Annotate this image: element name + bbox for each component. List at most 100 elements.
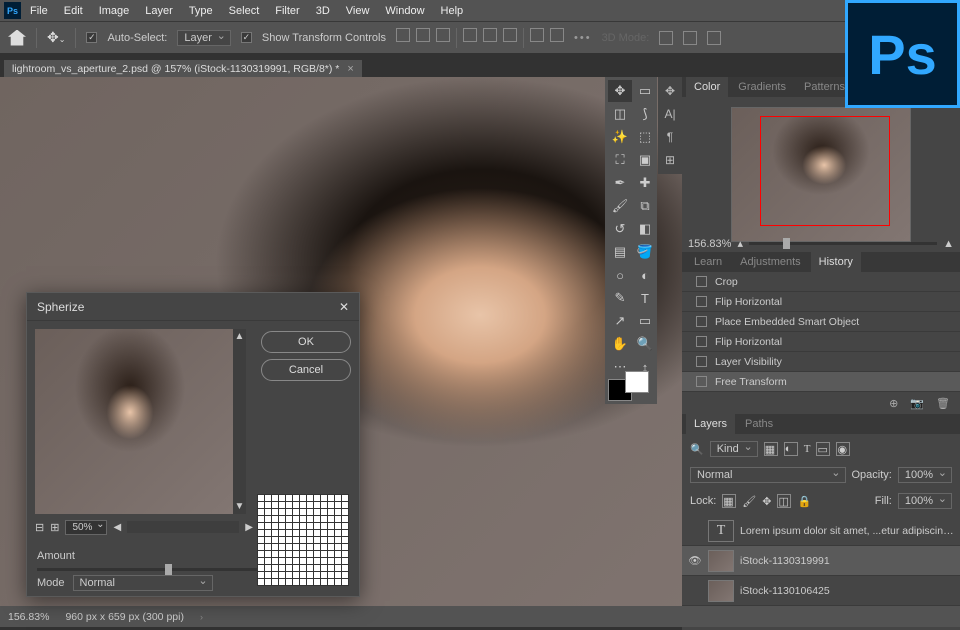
menu-select[interactable]: Select (222, 3, 267, 19)
gradient-tool[interactable]: ▤ (608, 241, 632, 263)
distribute-h-icon[interactable] (530, 28, 544, 42)
align-middle-icon[interactable] (483, 28, 497, 42)
new-document-icon[interactable]: ⊕ (889, 397, 898, 410)
frame-tool[interactable]: ▣ (633, 149, 657, 171)
lock-all-icon[interactable]: 🔒 (797, 495, 811, 508)
filter-adjust-icon[interactable]: ◐ (784, 442, 798, 456)
shape-tool[interactable]: ▭ (633, 310, 657, 332)
history-item[interactable]: Crop (682, 272, 960, 292)
status-caret-icon[interactable]: › (200, 612, 203, 622)
tab-color[interactable]: Color (686, 77, 728, 97)
move-tool[interactable]: ✥ (608, 80, 632, 102)
tab-paths[interactable]: Paths (737, 414, 781, 434)
align-right-icon[interactable] (436, 28, 450, 42)
fill-value[interactable]: 100% (898, 493, 952, 509)
tab-adjustments[interactable]: Adjustments (732, 252, 809, 272)
menu-help[interactable]: Help (434, 3, 471, 19)
cancel-button[interactable]: Cancel (261, 359, 351, 381)
auto-select-target[interactable]: Layer (177, 30, 231, 46)
layer-item[interactable]: T Lorem ipsum dolor sit amet, ...etur ad… (682, 516, 960, 546)
lock-brush-icon[interactable]: 🖌 (742, 495, 756, 508)
search-icon[interactable]: 🔍 (690, 443, 704, 456)
clone-tool[interactable]: ⧉ (633, 195, 657, 217)
blur-tool[interactable]: ○ (608, 264, 632, 286)
align-center-icon[interactable] (416, 28, 430, 42)
auto-select-checkbox[interactable] (86, 32, 97, 43)
mode-select[interactable]: Normal (73, 575, 213, 591)
menu-image[interactable]: Image (92, 3, 137, 19)
magic-wand-tool[interactable]: ✨ (608, 126, 632, 148)
history-item[interactable]: Flip Horizontal (682, 292, 960, 312)
menu-view[interactable]: View (339, 3, 377, 19)
artboard-tool[interactable]: ▭ (633, 80, 657, 102)
more-options-icon[interactable]: ••• (574, 32, 592, 44)
document-tab[interactable]: lightroom_vs_aperture_2.psd @ 157% (iSto… (4, 60, 362, 78)
filter-smart-icon[interactable]: ◉ (836, 442, 850, 456)
paint-bucket-tool[interactable]: 🪣 (633, 241, 657, 263)
close-tab-icon[interactable]: × (347, 63, 353, 75)
scroll-left-icon[interactable]: ◀ (113, 522, 121, 533)
menu-3d[interactable]: 3D (309, 3, 337, 19)
tab-learn[interactable]: Learn (686, 252, 730, 272)
navigator-viewport-box[interactable] (760, 116, 890, 226)
zoom-tool[interactable]: 🔍 (633, 333, 657, 355)
align-left-icon[interactable] (396, 28, 410, 42)
dodge-tool[interactable]: ◐ (633, 264, 657, 286)
history-item[interactable]: Place Embedded Smart Object (682, 312, 960, 332)
background-color[interactable] (625, 371, 649, 393)
menu-file[interactable]: File (23, 3, 55, 19)
delete-history-icon[interactable]: 🗑 (936, 397, 950, 410)
object-select-tool[interactable]: ⬚ (633, 126, 657, 148)
menu-window[interactable]: Window (378, 3, 431, 19)
history-item[interactable]: Layer Visibility (682, 352, 960, 372)
path-tool[interactable]: ↗ (608, 310, 632, 332)
lock-artboard-icon[interactable]: ◫ (777, 494, 791, 508)
visibility-toggle[interactable]: 👁 (688, 554, 702, 567)
filter-type-icon[interactable]: T (804, 443, 811, 455)
character-panel-icon[interactable]: A| (661, 103, 679, 125)
layer-filter-kind[interactable]: Kind (710, 441, 758, 457)
scroll-down-icon[interactable]: ▼ (235, 501, 245, 512)
tab-layers[interactable]: Layers (686, 414, 735, 434)
zoom-in-button[interactable]: ⊞ (50, 521, 59, 534)
pen-tool[interactable]: ✎ (608, 287, 632, 309)
tab-gradients[interactable]: Gradients (730, 77, 794, 97)
close-dialog-icon[interactable]: ✕ (339, 300, 349, 314)
lock-position-icon[interactable]: ✥ (762, 495, 771, 508)
healing-tool[interactable]: ✚ (633, 172, 657, 194)
type-tool[interactable]: T (633, 287, 657, 309)
distribute-v-icon[interactable] (550, 28, 564, 42)
ok-button[interactable]: OK (261, 331, 351, 353)
show-transform-checkbox[interactable] (241, 32, 252, 43)
menu-layer[interactable]: Layer (138, 3, 180, 19)
eyedropper-tool[interactable]: ✒ (608, 172, 632, 194)
eraser-tool[interactable]: ◧ (633, 218, 657, 240)
history-item[interactable]: Free Transform (682, 372, 960, 392)
align-bottom-icon[interactable] (503, 28, 517, 42)
hand-tool[interactable]: ✋ (608, 333, 632, 355)
menu-type[interactable]: Type (182, 3, 220, 19)
paragraph-panel-icon[interactable]: ¶ (661, 126, 679, 148)
move-tool-icon[interactable]: ✥⌄ (47, 29, 65, 46)
tab-history[interactable]: History (811, 252, 861, 272)
navigator-zoom-slider[interactable] (749, 242, 937, 245)
navigator-preview[interactable] (731, 107, 911, 242)
preview-zoom-select[interactable]: 50% (65, 520, 107, 535)
filter-shape-icon[interactable]: ▭ (816, 442, 830, 456)
layer-item[interactable]: iStock-1130106425 (682, 576, 960, 606)
status-zoom[interactable]: 156.83% (8, 611, 49, 623)
layer-item[interactable]: 👁 iStock-1130319991 (682, 546, 960, 576)
opacity-value[interactable]: 100% (898, 467, 952, 483)
blend-mode-select[interactable]: Normal (690, 467, 846, 483)
marquee-tool[interactable]: ◫ (608, 103, 632, 125)
zoom-out-button[interactable]: ⊟ (35, 521, 44, 534)
lasso-tool[interactable]: ⟆ (633, 103, 657, 125)
preview-scrollbar-v[interactable]: ▲ ▼ (233, 329, 246, 514)
scroll-right-icon[interactable]: ▶ (245, 522, 253, 533)
app-logo[interactable]: Ps (4, 2, 21, 19)
dialog-titlebar[interactable]: Spherize ✕ (27, 293, 359, 321)
filter-pixel-icon[interactable]: ▦ (764, 442, 778, 456)
scroll-up-icon[interactable]: ▲ (235, 331, 245, 342)
brush-tool[interactable]: 🖌 (608, 195, 632, 217)
snapshot-icon[interactable]: 📷 (910, 397, 924, 410)
